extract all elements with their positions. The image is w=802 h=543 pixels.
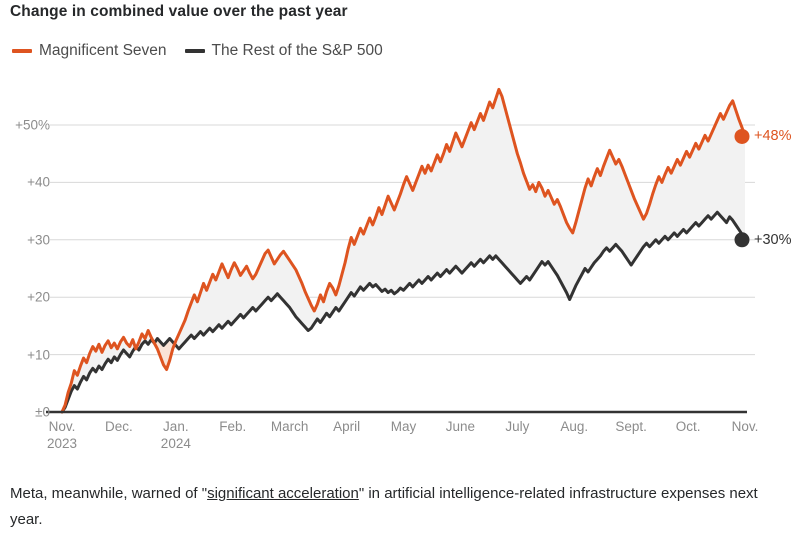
x-axis-tick-label: March <box>271 418 309 435</box>
x-axis-tick-month: Feb. <box>219 419 247 434</box>
y-axis-tick-label: +30 <box>27 232 50 248</box>
chart-caption: Meta, meanwhile, warned of "significant … <box>10 481 770 533</box>
x-axis-tick-label: May <box>391 418 417 435</box>
chart-figure: Change in combined value over the past y… <box>0 0 802 543</box>
x-axis-tick-month: Oct. <box>675 419 701 434</box>
x-axis-tick-year: 2024 <box>160 436 191 451</box>
x-axis-tick-month: Aug. <box>560 419 589 434</box>
x-axis-tick-month: March <box>270 419 309 434</box>
x-axis-tick-month: July <box>505 419 530 434</box>
x-axis-tick-label: Dec. <box>105 418 133 435</box>
x-axis-tick-month: April <box>333 419 361 434</box>
y-axis-tick-label: +10 <box>27 347 50 363</box>
y-axis-tick-label: +50% <box>15 117 50 133</box>
x-axis-tick-label: July <box>505 418 529 435</box>
end-dot-magnificent-seven <box>734 128 750 144</box>
end-dot-rest-of-sp500 <box>734 232 750 248</box>
x-axis-tick-month: June <box>445 419 476 434</box>
x-axis-tick-month: Jan. <box>163 419 189 434</box>
x-axis-tick-label: Oct. <box>676 418 701 435</box>
chart-svg <box>46 87 755 414</box>
x-axis-tick-label: Nov. 2023 <box>47 418 77 452</box>
x-axis-tick-label: Sept. <box>615 418 647 435</box>
y-axis-tick-label: +40 <box>27 174 50 190</box>
x-axis-tick-label: Feb. <box>219 418 246 435</box>
x-axis-tick-label: Aug. <box>560 418 588 435</box>
rest-of-sp500-end-value: +30% <box>754 231 792 248</box>
x-axis-tick-label: Nov. <box>732 418 759 435</box>
chart-plot-area: ±0 +10 +20 +30 +40 +50% Nov. 2023 Dec. Jan. 2024 Fe… <box>0 0 802 470</box>
x-axis-tick-month: May <box>390 419 417 434</box>
x-axis-tick-label: June <box>446 418 475 435</box>
caption-text-before: Meta, meanwhile, warned of " <box>10 485 208 502</box>
x-axis-tick-label: Jan. 2024 <box>161 418 191 452</box>
x-axis-tick-month: Dec. <box>105 419 133 434</box>
x-axis-tick-year: 2023 <box>46 436 78 451</box>
caption-link[interactable]: significant acceleration <box>207 485 359 502</box>
y-axis-tick-label: ±0 <box>35 404 50 420</box>
y-axis-tick-label: +20 <box>27 289 50 305</box>
magnificent-seven-end-value: +48% <box>754 128 792 145</box>
x-axis-tick-month: Sept. <box>615 419 647 434</box>
x-axis-tick-month: Nov. <box>731 419 759 434</box>
x-axis-tick-month: Nov. <box>48 419 76 434</box>
x-axis-tick-label: April <box>333 418 360 435</box>
